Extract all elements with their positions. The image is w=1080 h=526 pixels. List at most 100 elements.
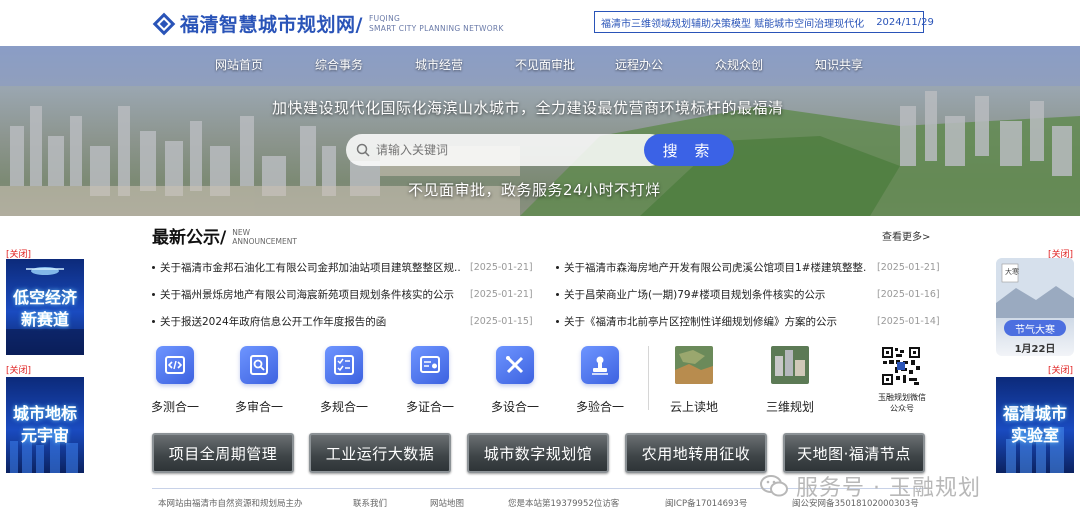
bullet-icon bbox=[556, 293, 559, 296]
nav-item-home[interactable]: 网站首页 bbox=[215, 56, 315, 73]
announcement-item[interactable]: 关于福清市金邦石油化工有限公司金邦加油站项目建筑整整区规... [2025-01… bbox=[152, 254, 533, 281]
digital-planning-hall-button[interactable]: 城市数字规划馆 bbox=[467, 433, 609, 473]
close-ad-button[interactable]: [关闭] bbox=[6, 363, 31, 376]
footer-sitemap-link[interactable]: 网站地图 bbox=[430, 497, 464, 509]
qr-caption: 玉融规划微信 公众号 bbox=[878, 393, 926, 413]
ad-low-altitude-economy[interactable]: 低空经济 新赛道 bbox=[6, 259, 84, 355]
announcement-text: 关于报送2024年政府信息公开工作年度报告的函 bbox=[160, 316, 387, 328]
watermark: 服务号 · 玉融规划 bbox=[760, 470, 981, 502]
ad-title-line2: 实验室 bbox=[1010, 426, 1059, 445]
service-multi-inspection[interactable]: 多验合一 bbox=[565, 346, 635, 415]
ad-city-landmark-metaverse[interactable]: 城市地标 元宇宙 bbox=[6, 377, 84, 473]
nav-item-general-affairs[interactable]: 综合事务 bbox=[315, 56, 415, 73]
announcement-date: [2025-01-15] bbox=[470, 316, 533, 327]
service-label: 多规合一 bbox=[319, 400, 368, 414]
service-multi-review[interactable]: 多审合一 bbox=[224, 346, 294, 415]
service-label: 多设合一 bbox=[490, 400, 539, 414]
footer-icp[interactable]: 闽ICP备17014693号 bbox=[665, 497, 747, 509]
announcement-item[interactable]: 关于福清市森海房地产开发有限公司虎溪公馆项目1#楼建筑整整... [2025-0… bbox=[556, 254, 940, 281]
tianditu-node-button[interactable]: 天地图·福清节点 bbox=[783, 433, 925, 473]
bullet-icon bbox=[556, 320, 559, 323]
tools-icon bbox=[496, 346, 534, 384]
announcement-date: [2025-01-21] bbox=[470, 262, 533, 273]
announcement-text: 关于福清市森海房地产开发有限公司虎溪公馆项目1#楼建筑整整... bbox=[564, 262, 867, 274]
search-button[interactable]: 搜 索 bbox=[644, 134, 734, 166]
logo-diamond-icon bbox=[152, 12, 176, 36]
watermark-text: 服务号 · 玉融规划 bbox=[796, 476, 981, 501]
banner-slogan: 加快建设现代化国际化海滨山水城市，全力建设最优营商环境标杆的最福清 bbox=[272, 99, 784, 117]
announcement-item[interactable]: 关于报送2024年政府信息公开工作年度报告的函 [2025-01-15] bbox=[152, 308, 533, 335]
project-lifecycle-button[interactable]: 项目全周期管理 bbox=[152, 433, 294, 473]
view-more-link[interactable]: 查看更多> bbox=[882, 228, 930, 243]
nav-item-remote-approval[interactable]: 不见面审批 bbox=[515, 56, 615, 73]
service-multi-survey[interactable]: 多测合一 bbox=[140, 346, 210, 415]
headline-notice[interactable]: 福清市三维领域规划辅助决策模型 赋能城市空间治理现代化 2024/11/29 bbox=[594, 11, 934, 33]
announcement-text: 关于《福清市北前亭片区控制性详细规划修编》方案的公示 bbox=[564, 316, 837, 328]
nav-item-city-operation[interactable]: 城市经营 bbox=[415, 56, 515, 73]
announcement-text: 关于福州景烁房地产有限公司海宸新苑项目规划条件核实的公示 bbox=[160, 289, 454, 301]
ad-city-lab[interactable]: 福清城市 实验室 bbox=[996, 377, 1074, 473]
logo-subtitle: FUQING SMART CITY PLANNING NETWORK bbox=[368, 13, 504, 33]
wechat-icon bbox=[760, 475, 788, 497]
service-label: 云上读地 bbox=[669, 400, 718, 414]
search-bar: 搜 索 bbox=[346, 134, 734, 166]
ad-title-line1: 低空经济 bbox=[12, 288, 77, 307]
search-doc-icon bbox=[240, 346, 278, 384]
footer-contact-link[interactable]: 联系我们 bbox=[353, 497, 387, 509]
service-label: 多证合一 bbox=[405, 400, 454, 414]
wechat-qr-code bbox=[881, 346, 921, 386]
announcement-item[interactable]: 关于《福清市北前亭片区控制性详细规划修编》方案的公示 [2025-01-14] bbox=[556, 308, 940, 335]
close-ad-button[interactable]: [关闭] bbox=[1048, 363, 1073, 376]
site-logo[interactable]: 福清智慧城市规划网/ FUQING SMART CITY PLANNING NE… bbox=[152, 10, 504, 37]
solar-term-tag: 节气大寒 bbox=[1004, 320, 1066, 336]
service-3d-planning[interactable]: 三维规划 bbox=[755, 346, 825, 415]
footer-sponsor: 本网站由福清市自然资源和规划局主办 bbox=[158, 499, 303, 509]
search-icon bbox=[356, 143, 370, 157]
announcement-title: 最新公示/ bbox=[152, 228, 227, 248]
announcement-date: [2025-01-21] bbox=[470, 289, 533, 300]
stamp-icon bbox=[581, 346, 619, 384]
announcement-item[interactable]: 关于福州景烁房地产有限公司海宸新苑项目规划条件核实的公示 [2025-01-21… bbox=[152, 281, 533, 308]
announcement-subtitle: NEW ANNOUNCEMENT bbox=[232, 228, 297, 246]
service-divider bbox=[648, 346, 649, 410]
service-multi-plan[interactable]: 多规合一 bbox=[309, 346, 379, 415]
announcement-date: [2025-01-21] bbox=[877, 262, 940, 273]
service-cloud-land[interactable]: 云上读地 bbox=[659, 346, 729, 415]
bullet-icon bbox=[556, 266, 559, 269]
bullet-icon bbox=[152, 293, 155, 296]
nav-item-knowledge[interactable]: 知识共享 bbox=[815, 56, 915, 73]
ad-solar-term[interactable]: 大寒 节气大寒 1月22日 bbox=[996, 258, 1074, 356]
ad-title-line1: 城市地标 bbox=[12, 404, 77, 423]
land-map-thumbnail bbox=[675, 346, 713, 384]
nav-item-crowd-planning[interactable]: 众规众创 bbox=[715, 56, 815, 73]
announcement-heading: 最新公示/ NEW ANNOUNCEMENT bbox=[152, 223, 297, 248]
search-input[interactable] bbox=[376, 143, 636, 157]
checklist-icon bbox=[325, 346, 363, 384]
headline-notice-date: 2024/11/29 bbox=[876, 16, 934, 28]
bullet-icon bbox=[152, 320, 155, 323]
ad-title-line2: 元宇宙 bbox=[20, 426, 69, 445]
service-multi-cert[interactable]: 多证合一 bbox=[395, 346, 465, 415]
industry-bigdata-button[interactable]: 工业运行大数据 bbox=[309, 433, 451, 473]
search-field[interactable] bbox=[346, 134, 666, 166]
service-multi-design[interactable]: 多设合一 bbox=[480, 346, 550, 415]
service-label: 多测合一 bbox=[150, 400, 199, 414]
announcement-text: 关于福清市金邦石油化工有限公司金邦加油站项目建筑整整区规... bbox=[160, 262, 460, 274]
solar-term-date: 1月22日 bbox=[1014, 344, 1056, 355]
announcement-date: [2025-01-16] bbox=[877, 289, 940, 300]
announcement-item[interactable]: 关于昌荣商业广场(一期)79#楼项目规划条件核实的公示 [2025-01-16] bbox=[556, 281, 940, 308]
service-label: 多验合一 bbox=[575, 400, 624, 414]
service-label: 三维规划 bbox=[765, 400, 814, 414]
service-label: 多审合一 bbox=[234, 400, 283, 414]
nav-item-remote-office[interactable]: 远程办公 bbox=[615, 56, 715, 73]
announcement-list-right: 关于福清市森海房地产开发有限公司虎溪公馆项目1#楼建筑整整... [2025-0… bbox=[556, 254, 940, 335]
headline-notice-text: 福清市三维领域规划辅助决策模型 赋能城市空间治理现代化 bbox=[601, 18, 865, 30]
hero-banner: 网站首页 综合事务 城市经营 不见面审批 远程办公 众规众创 知识共享 加快建设… bbox=[0, 46, 1080, 216]
announcement-date: [2025-01-14] bbox=[877, 316, 940, 327]
solar-term-badge: 大寒 bbox=[1005, 268, 1019, 276]
banner-slogan-2: 不见面审批，政务服务24小时不打烊 bbox=[408, 181, 661, 199]
footer-visitor-count: 您是本站第19379952位访客 bbox=[508, 499, 620, 509]
farmland-conversion-button[interactable]: 农用地转用征收 bbox=[625, 433, 767, 473]
bullet-icon bbox=[152, 266, 155, 269]
3d-city-thumbnail bbox=[771, 346, 809, 384]
